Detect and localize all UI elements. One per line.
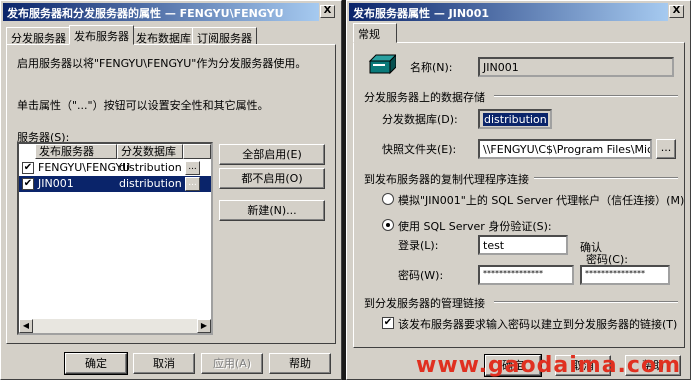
tab-publication-database[interactable]: 发布数据库	[131, 27, 196, 45]
password-label: 密码(W):	[398, 269, 444, 282]
tab-distributor[interactable]: 分发服务器	[6, 27, 71, 45]
admin-group-label: 到分发服务器的管理链接	[364, 297, 485, 310]
divider	[494, 95, 678, 97]
column-header-properties	[183, 144, 211, 159]
sql-auth-radio[interactable]	[382, 219, 394, 231]
column-header-publisher[interactable]: 发布服务器	[35, 144, 117, 159]
publisher-distributor-properties-window: 发布服务器和分发服务器的属性 — FENGYU\FENGYU X 分发服务器 发…	[0, 0, 342, 380]
storage-group-label: 分发服务器上的数据存储	[364, 91, 485, 104]
description-properties: 单击属性（"..."）按钮可以设置安全性和其它属性。	[17, 99, 269, 112]
row-server: JIN001	[38, 177, 74, 190]
scroll-left-icon[interactable]: ◀	[19, 319, 33, 333]
properties-button[interactable]: ...	[185, 161, 200, 175]
divider	[494, 301, 678, 303]
browse-button[interactable]: ...	[656, 139, 676, 159]
snapshot-folder-field[interactable]: \\FENGYU\C$\Program Files\Microsoft S	[478, 139, 652, 159]
table-row[interactable]: ✔ FENGYU\FENGYU distribution ...	[19, 160, 211, 176]
server-icon	[368, 51, 398, 77]
servers-list[interactable]: 发布服务器 分发数据库 ✔ FENGYU\FENGYU distribution…	[17, 142, 213, 335]
new-button[interactable]: 新建(N)...	[219, 200, 325, 221]
tab-subscriber[interactable]: 订阅服务器	[192, 27, 257, 45]
name-label: 名称(N):	[410, 61, 453, 74]
scroll-right-icon[interactable]: ▶	[197, 319, 211, 333]
divider	[534, 177, 678, 179]
close-button[interactable]: X	[320, 5, 335, 18]
password-field[interactable]: ***************	[478, 265, 574, 285]
properties-button[interactable]: ...	[185, 177, 200, 191]
snapshot-folder-label: 快照文件夹(E):	[382, 143, 457, 156]
tab-panel: 名称(N): JIN001 分发服务器上的数据存储 分发数据库(D): dist…	[353, 42, 685, 348]
name-field: JIN001	[478, 57, 674, 77]
table-row[interactable]: ✔ JIN001 distribution ...	[19, 176, 211, 192]
login-field[interactable]: test	[478, 235, 568, 255]
column-header-distribution-db[interactable]: 分发数据库	[117, 144, 183, 159]
sql-auth-label[interactable]: 使用 SQL Server 身份验证(S):	[398, 218, 552, 234]
row-server: FENGYU\FENGYU	[38, 161, 131, 174]
enable-all-button[interactable]: 全部启用(E)	[219, 144, 325, 165]
row-db: distribution	[119, 161, 182, 174]
window-title: 发布服务器属性 — JIN001	[349, 3, 668, 21]
confirm-password-field[interactable]: ***************	[580, 265, 670, 285]
enable-none-button[interactable]: 都不启用(O)	[219, 168, 325, 189]
tab-general[interactable]: 常规	[353, 23, 397, 43]
window-title: 发布服务器和分发服务器的属性 — FENGYU\FENGYU	[3, 3, 319, 21]
close-button[interactable]: X	[669, 5, 684, 18]
watermark: www.gaodaima.com	[416, 353, 681, 378]
distribution-db-label: 分发数据库(D):	[382, 113, 458, 126]
enable-checkbox[interactable]: ✔	[22, 178, 34, 190]
trusted-connection-label[interactable]: 模拟"JIN001"上的 SQL Server 代理帐户（信任连接）(M)	[398, 192, 684, 208]
tab-publisher[interactable]: 发布服务器	[69, 25, 134, 45]
agent-group-label: 到发布服务器的复制代理程序连接	[364, 173, 529, 186]
require-password-checkbox[interactable]: ✔	[382, 317, 394, 329]
help-button[interactable]: 帮助	[269, 353, 331, 374]
login-label: 登录(L):	[398, 239, 439, 252]
horizontal-scrollbar[interactable]: ◀ ▶	[19, 319, 211, 333]
row-db: distribution	[119, 177, 182, 190]
ok-button[interactable]: 确定	[64, 352, 128, 375]
tab-panel: 启用服务器以将"FENGYU\FENGYU"作为分发服务器使用。 单击属性（".…	[6, 44, 336, 344]
require-password-label[interactable]: 该发布服务器要求输入密码以建立到分发服务器的链接(T)	[398, 316, 677, 332]
apply-button[interactable]: 应用(A)	[201, 353, 263, 374]
distribution-db-field: distribution	[478, 109, 552, 129]
cancel-button[interactable]: 取消	[133, 353, 195, 374]
trusted-connection-radio[interactable]	[382, 193, 394, 205]
enable-checkbox[interactable]: ✔	[22, 162, 34, 174]
publisher-properties-window: 发布服务器属性 — JIN001 X 常规 名称(N): JIN001 分发服务…	[346, 0, 691, 380]
description-enable: 启用服务器以将"FENGYU\FENGYU"作为分发服务器使用。	[17, 57, 307, 70]
